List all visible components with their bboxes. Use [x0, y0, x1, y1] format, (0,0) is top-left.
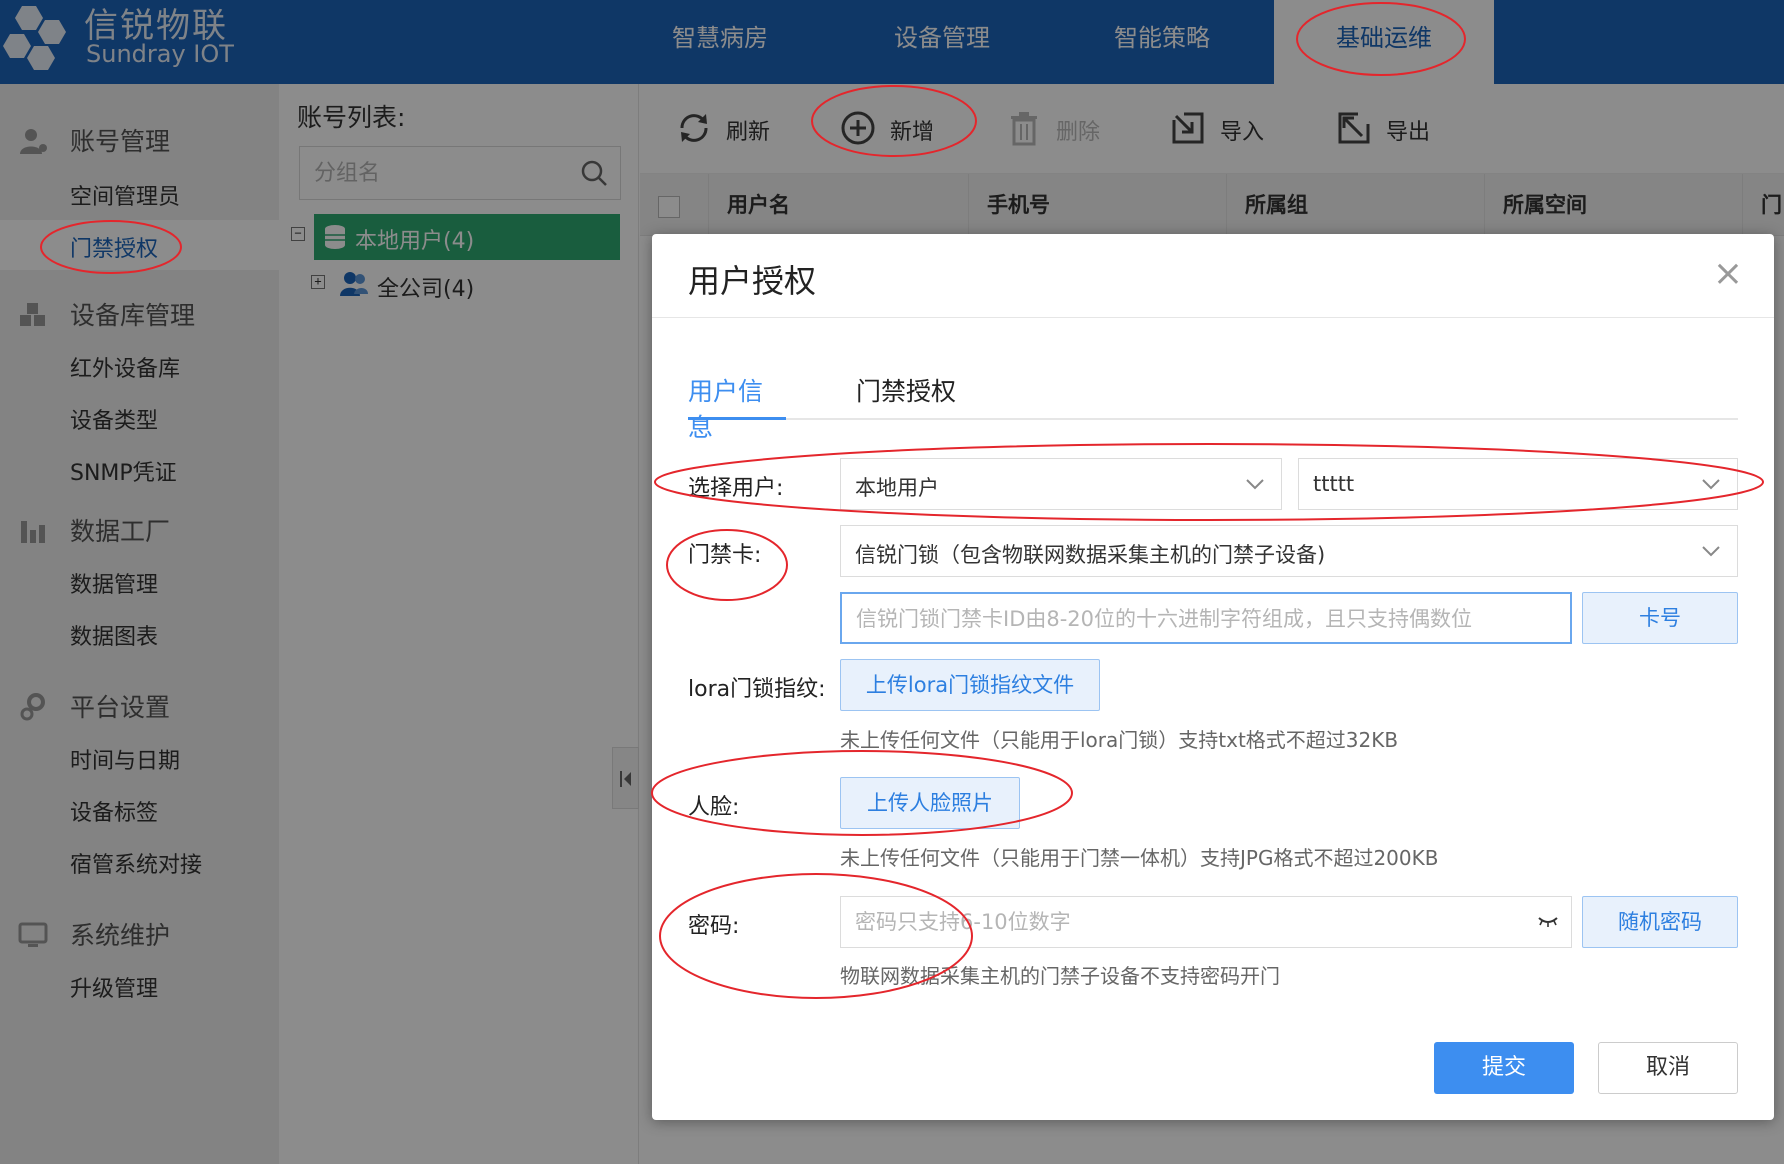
- lora-fingerprint-label: lora门锁指纹:: [688, 677, 826, 702]
- dialog-divider: [652, 317, 1774, 318]
- tab-door-access-auth[interactable]: 门禁授权: [856, 372, 976, 420]
- password-hint: 物联网数据采集主机的门禁子设备不支持密码开门: [840, 964, 1280, 988]
- user-name-select[interactable]: ttttt: [1298, 458, 1738, 510]
- upload-face-photo-button[interactable]: 上传人脸照片: [840, 777, 1020, 829]
- eye-closed-icon[interactable]: [1537, 913, 1559, 929]
- tab-user-info[interactable]: 用户信息: [688, 372, 786, 442]
- door-card-label: 门禁卡:: [688, 543, 762, 568]
- upload-lora-fingerprint-button[interactable]: 上传lora门锁指纹文件: [840, 659, 1100, 711]
- user-name-value: ttttt: [1313, 472, 1355, 496]
- user-source-value: 本地用户: [855, 476, 939, 500]
- chevron-down-icon: [1702, 546, 1720, 557]
- card-id-field: [840, 592, 1572, 644]
- close-icon[interactable]: ×: [1708, 254, 1748, 294]
- card-number-button[interactable]: 卡号: [1582, 592, 1738, 644]
- password-input[interactable]: [841, 897, 1521, 947]
- random-password-button[interactable]: 随机密码: [1582, 896, 1738, 948]
- door-card-type-value: 信锐门锁（包含物联网数据采集主机的门禁子设备): [855, 543, 1326, 567]
- face-upload-hint: 未上传任何文件（只能用于门禁一体机）支持JPG格式不超过200KB: [840, 846, 1439, 870]
- submit-button[interactable]: 提交: [1434, 1042, 1574, 1094]
- password-label: 密码:: [688, 914, 740, 939]
- face-label: 人脸:: [688, 795, 740, 820]
- dialog-tabs: 用户信息 门禁授权: [688, 372, 1738, 442]
- chevron-down-icon: [1246, 479, 1264, 490]
- user-source-select[interactable]: 本地用户: [840, 458, 1282, 510]
- door-card-type-select[interactable]: 信锐门锁（包含物联网数据采集主机的门禁子设备): [840, 525, 1738, 577]
- cancel-button[interactable]: 取消: [1598, 1042, 1738, 1094]
- user-authorization-dialog: 用户授权 × 用户信息 门禁授权 选择用户: 本地用户 ttttt 门禁卡: 信…: [652, 234, 1774, 1120]
- lora-upload-hint: 未上传任何文件（只能用于lora门锁）支持txt格式不超过32KB: [840, 728, 1399, 752]
- password-field: [840, 896, 1572, 948]
- dialog-title: 用户授权: [688, 262, 817, 300]
- card-id-input[interactable]: [842, 594, 1570, 644]
- chevron-down-icon: [1702, 479, 1720, 490]
- select-user-label: 选择用户:: [688, 476, 784, 501]
